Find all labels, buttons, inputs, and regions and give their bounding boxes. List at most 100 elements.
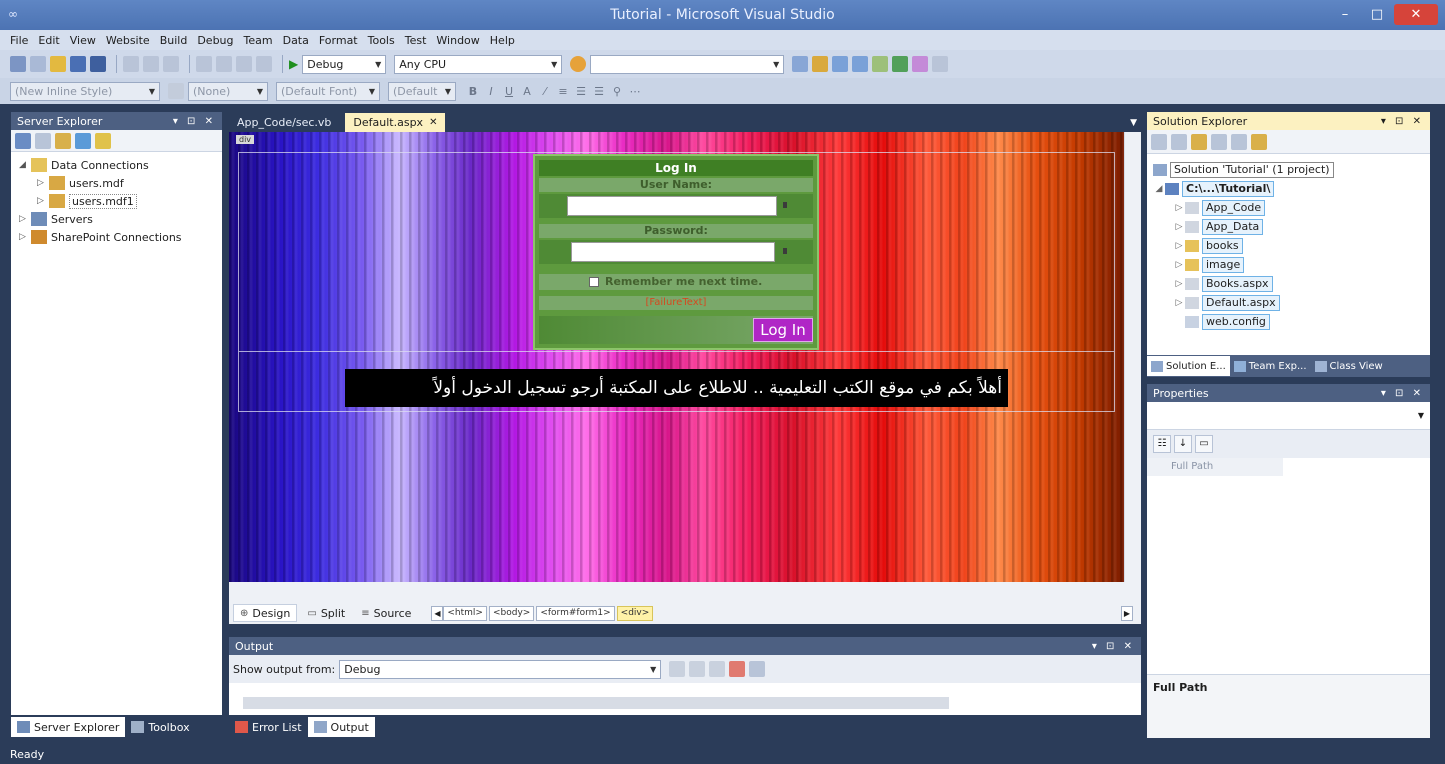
- breadcrumb-form[interactable]: <form#form1>: [536, 605, 615, 621]
- expand-icon[interactable]: ▷: [1173, 260, 1185, 270]
- bold-icon[interactable]: B: [464, 85, 482, 98]
- properties-icon[interactable]: [1151, 133, 1167, 150]
- bulleted-list-icon[interactable]: ☰: [590, 85, 608, 98]
- navigate-forward-icon[interactable]: [256, 56, 272, 72]
- tab-server-explorer[interactable]: Server Explorer: [11, 717, 126, 737]
- find-in-files-icon[interactable]: [570, 56, 587, 72]
- open-file-icon[interactable]: [50, 56, 66, 72]
- save-icon[interactable]: [70, 56, 86, 72]
- expand-icon[interactable]: ▷: [1173, 203, 1185, 213]
- login-control[interactable]: Log In User Name: Password: Remember me …: [533, 154, 819, 350]
- hyperlink-icon[interactable]: ⚲: [608, 85, 626, 98]
- extension-manager-icon[interactable]: [912, 56, 929, 72]
- undo-icon[interactable]: [196, 56, 212, 72]
- clear-all-icon[interactable]: [729, 661, 746, 677]
- menu-format[interactable]: Format: [319, 34, 358, 47]
- tab-solution-explorer[interactable]: Solution E...: [1147, 356, 1230, 376]
- numbered-list-icon[interactable]: ☰: [572, 85, 590, 98]
- tree-item-solution[interactable]: Solution 'Tutorial' (1 project): [1153, 160, 1430, 179]
- source-view-button[interactable]: ≡ Source: [355, 604, 417, 622]
- find-icon[interactable]: [792, 56, 809, 72]
- tab-toolbox[interactable]: Toolbox: [125, 717, 195, 737]
- menu-build[interactable]: Build: [160, 34, 188, 47]
- menu-data[interactable]: Data: [283, 34, 309, 47]
- menu-website[interactable]: Website: [106, 34, 150, 47]
- redo-icon[interactable]: [216, 56, 232, 72]
- menu-window[interactable]: Window: [436, 34, 479, 47]
- expand-icon[interactable]: ▷: [1173, 279, 1185, 289]
- tab-overflow-icon[interactable]: ▼: [1130, 118, 1141, 132]
- object-browser-icon[interactable]: [852, 56, 869, 72]
- command-window-icon[interactable]: [932, 56, 949, 72]
- menu-edit[interactable]: Edit: [38, 34, 59, 47]
- underline-icon[interactable]: U: [500, 85, 518, 98]
- tree-item-users-mdf[interactable]: ▷ users.mdf: [19, 174, 222, 192]
- tree-item-app-code[interactable]: ▷ App_Code: [1153, 198, 1430, 217]
- collapse-icon[interactable]: ◢: [1153, 184, 1165, 194]
- refresh-icon[interactable]: [1191, 133, 1207, 150]
- new-project-icon[interactable]: [10, 56, 26, 72]
- paste-icon[interactable]: [163, 56, 179, 72]
- platform-combo[interactable]: Any CPU ▼: [394, 54, 563, 74]
- expand-icon[interactable]: ▷: [1173, 222, 1185, 232]
- tree-item-books[interactable]: ▷ books: [1153, 236, 1430, 255]
- menu-file[interactable]: File: [10, 34, 28, 47]
- configuration-combo[interactable]: Debug ▼: [302, 54, 387, 74]
- toolbox-icon[interactable]: [872, 56, 889, 72]
- add-item-icon[interactable]: [30, 56, 46, 72]
- start-page-icon[interactable]: [892, 56, 909, 72]
- tab-error-list[interactable]: Error List: [229, 717, 308, 737]
- next-message-icon[interactable]: [709, 661, 726, 677]
- object-selector[interactable]: ▼: [1147, 402, 1430, 430]
- refresh-icon[interactable]: [15, 132, 31, 149]
- breadcrumb-html[interactable]: <html>: [443, 605, 487, 621]
- property-pages-icon[interactable]: ▭: [1195, 435, 1213, 453]
- close-tab-icon[interactable]: ✕: [429, 117, 437, 128]
- categorized-icon[interactable]: ☷: [1153, 435, 1171, 453]
- tree-item-sharepoint[interactable]: ▷ SharePoint Connections: [19, 228, 222, 246]
- menu-help[interactable]: Help: [490, 34, 515, 47]
- expand-icon[interactable]: ▷: [1173, 298, 1185, 308]
- expand-icon[interactable]: ▷: [37, 178, 49, 188]
- property-row[interactable]: Full Path: [1147, 458, 1430, 476]
- vertical-scrollbar[interactable]: [1124, 132, 1141, 582]
- expand-icon[interactable]: ▷: [1173, 241, 1185, 251]
- username-input[interactable]: [567, 196, 777, 216]
- expand-icon[interactable]: ▷: [37, 196, 49, 206]
- start-debugging-icon[interactable]: ▶: [289, 57, 298, 71]
- style-application-icon[interactable]: [168, 83, 184, 99]
- italic-icon[interactable]: I: [482, 85, 500, 98]
- find-message-icon[interactable]: [669, 661, 686, 677]
- connect-sharepoint-icon[interactable]: [95, 132, 111, 149]
- more-icon[interactable]: ⋯: [626, 85, 644, 98]
- nest-related-files-icon[interactable]: [1231, 133, 1247, 150]
- find-combo[interactable]: ▼: [590, 54, 785, 74]
- expand-icon[interactable]: ▷: [19, 214, 31, 224]
- alphabetical-icon[interactable]: ↓: [1174, 435, 1192, 453]
- background-color-icon[interactable]: ⁄: [536, 85, 554, 98]
- minimize-button[interactable]: –: [1330, 4, 1360, 25]
- login-button[interactable]: Log In: [753, 318, 813, 342]
- tree-item-web-config[interactable]: web.config: [1153, 312, 1430, 331]
- tab-app-code-sec-vb[interactable]: App_Code/sec.vb: [229, 113, 339, 132]
- breadcrumb-right-icon[interactable]: ▶: [1121, 605, 1133, 621]
- tree-item-project[interactable]: ◢ C:\...\Tutorial\: [1153, 179, 1430, 198]
- save-all-icon[interactable]: [90, 56, 106, 72]
- foreground-color-icon[interactable]: A: [518, 85, 536, 98]
- breadcrumb-left-icon[interactable]: ◀: [431, 605, 444, 621]
- show-all-files-icon[interactable]: [1171, 133, 1187, 150]
- password-input[interactable]: [571, 242, 775, 262]
- breadcrumb-div[interactable]: <div>: [616, 605, 654, 621]
- cut-icon[interactable]: [123, 56, 139, 72]
- solution-explorer-icon[interactable]: [812, 56, 829, 72]
- panel-controls[interactable]: ▾ ⊡ ✕: [1381, 388, 1430, 399]
- previous-message-icon[interactable]: [689, 661, 706, 677]
- tab-output[interactable]: Output: [307, 717, 375, 737]
- connect-server-icon[interactable]: [75, 132, 91, 149]
- tab-team-explorer[interactable]: Team Exp...: [1230, 356, 1311, 376]
- font-size-combo[interactable]: (Default ▼: [388, 81, 456, 101]
- tab-class-view[interactable]: Class View: [1311, 356, 1387, 376]
- font-name-combo[interactable]: (Default Font) ▼: [276, 81, 380, 101]
- horizontal-scrollbar[interactable]: [229, 582, 1141, 602]
- breadcrumb-body[interactable]: <body>: [488, 605, 535, 621]
